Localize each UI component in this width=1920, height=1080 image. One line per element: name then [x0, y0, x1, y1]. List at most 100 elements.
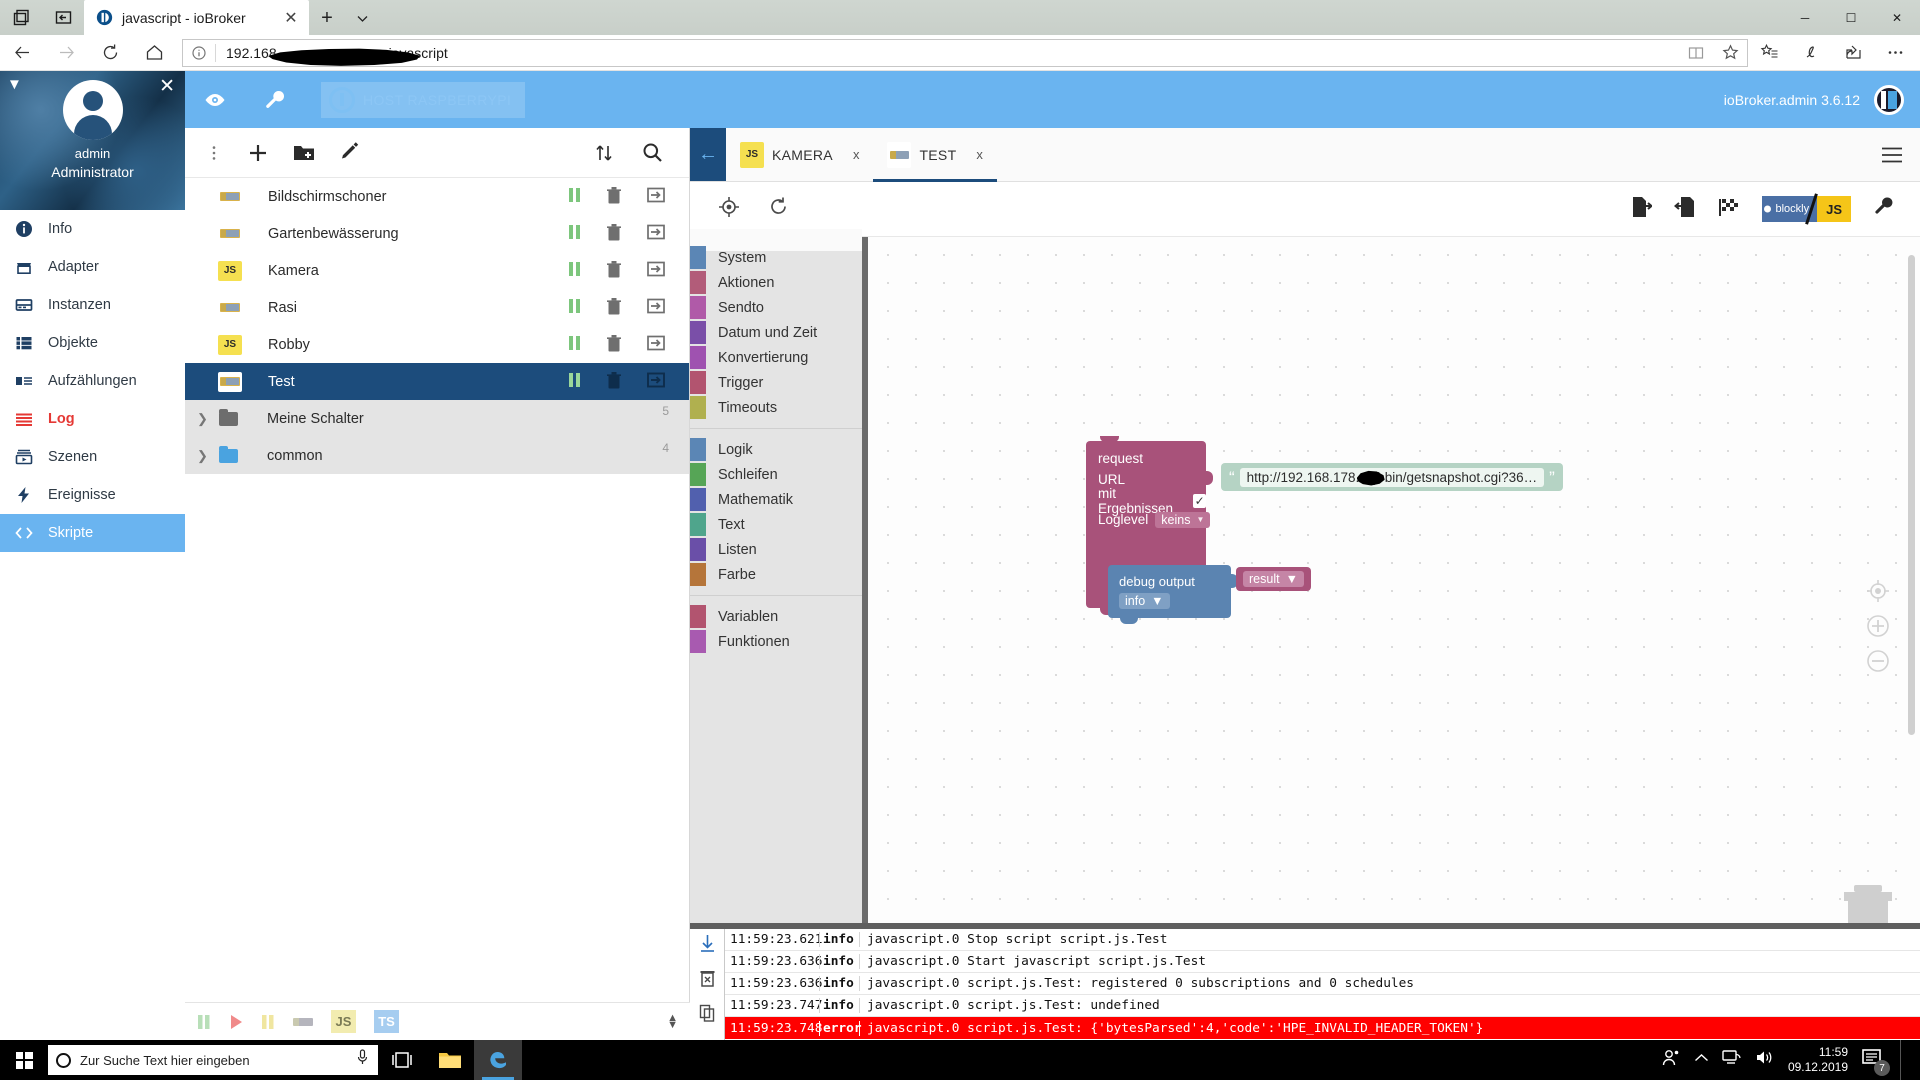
tab-close-icon[interactable]: x	[853, 147, 860, 162]
toolbox-category-trigger[interactable]: Trigger	[690, 370, 868, 395]
close-icon[interactable]: ✕	[159, 75, 175, 98]
result-dropdown[interactable]: result ▼	[1243, 571, 1304, 587]
share-icon[interactable]	[1832, 35, 1874, 71]
checkbox-checked-icon[interactable]: ✓	[1193, 493, 1206, 508]
file-explorer-icon[interactable]	[426, 1040, 474, 1080]
script-row-robby[interactable]: JS Robby	[185, 326, 689, 363]
toolbox-category-timeouts[interactable]: Timeouts	[690, 395, 868, 420]
delete-icon[interactable]	[606, 223, 622, 245]
pause-icon[interactable]	[261, 1014, 275, 1030]
search-input[interactable]: Zur Suche Text hier eingeben	[48, 1045, 378, 1075]
web-notes-icon[interactable]	[1790, 35, 1832, 71]
tab-close-icon[interactable]: x	[976, 147, 983, 162]
delete-icon[interactable]	[606, 297, 622, 319]
hamburger-menu-icon[interactable]	[1864, 128, 1920, 181]
chevron-down-icon[interactable]	[345, 1, 379, 35]
window-close-button[interactable]: ✕	[1874, 0, 1920, 35]
pause-icon[interactable]	[197, 1014, 211, 1030]
expand-collapse-icon[interactable]	[594, 142, 614, 163]
toolbox-category-variablen[interactable]: Variablen	[690, 604, 868, 629]
zoom-center-icon[interactable]	[1864, 577, 1892, 605]
script-row-test[interactable]: Test	[185, 363, 689, 400]
pause-icon[interactable]	[568, 187, 581, 207]
url-text-field[interactable]: http://192.168.178. cgi-bin/getsnapshot.…	[1239, 467, 1545, 487]
chevron-up-icon[interactable]	[1694, 1051, 1709, 1069]
windows-start-icon[interactable]	[0, 1040, 48, 1080]
pause-icon[interactable]	[568, 335, 581, 355]
toolbox-category-logik[interactable]: Logik	[690, 437, 868, 462]
open-in-editor-icon[interactable]	[647, 335, 665, 355]
block-text-url[interactable]: “ http://192.168.178. cgi-bin/getsnapsho…	[1221, 463, 1563, 491]
edge-browser-icon[interactable]	[474, 1040, 522, 1080]
vertical-dots-icon[interactable]	[205, 144, 223, 162]
browser-tab[interactable]: javascript - ioBroker ✕	[84, 0, 309, 35]
loglevel-dropdown[interactable]: keins ▼	[1155, 511, 1211, 528]
show-desktop-button[interactable]	[1900, 1040, 1908, 1080]
script-row-kamera[interactable]: JS Kamera	[185, 252, 689, 289]
toolbox-category-aktionen[interactable]: Aktionen	[690, 270, 868, 295]
clock[interactable]: 11:59 09.12.2019	[1788, 1045, 1848, 1075]
block-debug-output[interactable]: debug output info ▼	[1108, 565, 1238, 624]
wrench-icon[interactable]	[1873, 196, 1894, 222]
home-icon[interactable]	[132, 35, 176, 71]
sidebar-item-log[interactable]: Log	[0, 400, 185, 438]
blockly-js-toggle[interactable]: blockly JS	[1762, 193, 1851, 225]
search-icon[interactable]	[642, 142, 663, 163]
delete-icon[interactable]	[606, 260, 622, 282]
tab-close-icon[interactable]: ✕	[279, 6, 303, 30]
resize-handle-icon[interactable]: ▲ ▼	[667, 1012, 690, 1030]
sidebar-item-szenen[interactable]: Szenen	[0, 438, 185, 476]
workspace-vertical-scrollbar[interactable]	[1908, 255, 1915, 735]
favorites-list-icon[interactable]	[1748, 35, 1790, 71]
delete-icon[interactable]	[606, 186, 622, 208]
address-bar[interactable]: 192.168xxxxxxxxxxxxxxxxjavascript	[182, 38, 1748, 67]
sidebar-item-adapter[interactable]: Adapter	[0, 248, 185, 286]
open-in-editor-icon[interactable]	[647, 261, 665, 281]
checkered-flag-icon[interactable]	[1718, 197, 1740, 222]
reload-icon[interactable]	[88, 35, 132, 71]
toolbox-category-konvertierung[interactable]: Konvertierung	[690, 345, 868, 370]
toolbox-category-sendto[interactable]: Sendto	[690, 295, 868, 320]
sidebar-item-aufzaehlungen[interactable]: Aufzählungen	[0, 362, 185, 400]
microphone-icon[interactable]	[355, 1049, 370, 1071]
block-result-variable[interactable]: result ▼	[1236, 567, 1311, 591]
blockly-workspace[interactable]: request URL mit Ergebnissen ✓ Loglevel k…	[868, 237, 1920, 1013]
pause-icon[interactable]	[568, 224, 581, 244]
export-file-icon[interactable]	[1630, 196, 1654, 223]
zoom-in-icon[interactable]	[1864, 612, 1892, 640]
toolbox-category-farbe[interactable]: Farbe	[690, 562, 868, 587]
toolbox-category-mathematik[interactable]: Mathematik	[690, 487, 868, 512]
download-icon[interactable]	[699, 934, 716, 958]
script-row-bildschirmschoner[interactable]: Bildschirmschoner	[185, 178, 689, 215]
reading-view-icon[interactable]	[1679, 40, 1713, 66]
back-icon[interactable]	[0, 35, 44, 71]
window-minimize-button[interactable]: ─	[1782, 0, 1828, 35]
plus-icon[interactable]	[247, 142, 269, 164]
collapse-icon[interactable]: ▼	[7, 76, 22, 93]
script-row-rasi[interactable]: Rasi	[185, 289, 689, 326]
play-icon[interactable]	[229, 1014, 243, 1030]
wrench-icon[interactable]	[245, 71, 305, 128]
eye-icon[interactable]	[185, 71, 245, 128]
site-info-icon[interactable]	[183, 45, 215, 60]
host-chip[interactable]: HOST RASPBERRYPI	[321, 81, 526, 118]
js-badge-icon[interactable]: JS	[331, 1010, 356, 1033]
open-in-editor-icon[interactable]	[647, 224, 665, 244]
new-folder-icon[interactable]	[293, 143, 315, 163]
open-in-editor-icon[interactable]	[647, 372, 665, 392]
open-in-editor-icon[interactable]	[647, 187, 665, 207]
js-toggle-label[interactable]: JS	[1817, 196, 1851, 222]
toolbox-category-listen[interactable]: Listen	[690, 537, 868, 562]
toolbox-category-schleifen[interactable]: Schleifen	[690, 462, 868, 487]
toolbox-category-system[interactable]: System	[690, 245, 868, 270]
toolbox-category-datum-und-zeit[interactable]: Datum und Zeit	[690, 320, 868, 345]
debug-level-dropdown[interactable]: info ▼	[1119, 592, 1170, 609]
pause-icon[interactable]	[568, 372, 581, 392]
sidebar-item-info[interactable]: Info	[0, 210, 185, 248]
editor-tab-kamera[interactable]: JS KAMERA x	[726, 128, 873, 181]
pause-icon[interactable]	[568, 261, 581, 281]
crosshair-target-icon[interactable]	[718, 196, 740, 223]
sidebar-item-skripte[interactable]: Skripte	[0, 514, 185, 552]
folder-row-common[interactable]: ❯ common 4	[185, 437, 689, 474]
folder-row-meine-schalter[interactable]: ❯ Meine Schalter 5	[185, 400, 689, 437]
